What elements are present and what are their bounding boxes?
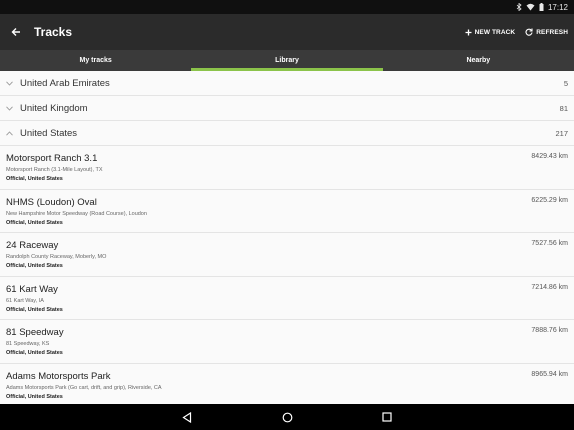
plus-icon	[465, 29, 472, 35]
track-category: Official, United States	[6, 393, 63, 400]
track-location: Motorsport Ranch (3.1-Mile Layout), TX	[6, 167, 103, 173]
wifi-icon	[526, 3, 535, 11]
track-category: Official, United States	[6, 219, 63, 226]
track-row[interactable]: 61 Kart Way 61 Kart Way, IA Official, Un…	[0, 277, 574, 321]
track-name: 61 Kart Way	[6, 283, 58, 295]
chevron-up-icon	[0, 130, 18, 136]
nav-recents-button[interactable]	[377, 407, 397, 427]
track-category: Official, United States	[6, 306, 63, 313]
track-location: New Hampshire Motor Speedway (Road Cours…	[6, 210, 147, 217]
new-track-button[interactable]: NEW TRACK	[465, 28, 516, 36]
track-distance: 7527.56 km	[531, 240, 568, 248]
country-row-united-states[interactable]: United States 217	[0, 121, 574, 146]
track-distance: 6225.29 km	[531, 196, 568, 204]
track-distance: 7214.86 km	[531, 283, 568, 291]
refresh-icon	[525, 28, 533, 36]
refresh-label: REFRESH	[536, 28, 568, 36]
country-name: United Kingdom	[20, 102, 88, 114]
track-row[interactable]: NHMS (Loudon) Oval New Hampshire Motor S…	[0, 190, 574, 234]
system-nav-bar	[0, 404, 574, 430]
nav-home-button[interactable]	[277, 407, 297, 427]
app-bar: Tracks NEW TRACK REFRESH	[0, 14, 574, 50]
track-location: 61 Kart Way, IA	[6, 297, 44, 304]
country-row-united-arab-emirates[interactable]: United Arab Emirates 5	[0, 71, 574, 96]
country-count: 81	[559, 103, 568, 113]
new-track-label: NEW TRACK	[474, 28, 516, 36]
track-category: Official, United States	[6, 176, 63, 182]
battery-icon	[539, 3, 544, 11]
chevron-down-icon	[0, 105, 18, 111]
track-row[interactable]: Motorsport Ranch 3.1 Motorsport Ranch (3…	[0, 146, 574, 190]
nav-back-button[interactable]	[177, 407, 197, 427]
page-title: Tracks	[34, 25, 73, 39]
status-bar: 17:12	[0, 0, 574, 14]
tab-bar: My tracks Library Nearby	[0, 50, 574, 71]
back-button[interactable]	[0, 14, 32, 50]
chevron-down-icon	[0, 80, 18, 86]
country-count: 217	[555, 128, 568, 138]
track-location: Adams Motorsports Park (Go cart, drift, …	[6, 384, 162, 391]
track-category: Official, United States	[6, 350, 63, 357]
track-list[interactable]: United Arab Emirates 5 United Kingdom 81…	[0, 71, 574, 404]
country-count: 5	[563, 78, 568, 88]
track-row[interactable]: Adams Motorsports Park Adams Motorsports…	[0, 364, 574, 404]
clock: 17:12	[547, 2, 568, 12]
arrow-back-icon	[11, 28, 20, 36]
track-location: 81 Speedway, KS	[6, 341, 50, 348]
circle-home-icon	[282, 412, 292, 422]
bluetooth-icon	[516, 3, 522, 11]
square-recents-icon	[382, 412, 392, 422]
country-row-united-kingdom[interactable]: United Kingdom 81	[0, 96, 574, 121]
track-name: Adams Motorsports Park	[6, 370, 111, 382]
track-name: 81 Speedway	[6, 327, 64, 339]
country-name: United States	[20, 127, 78, 139]
tab-nearby[interactable]: Nearby	[383, 50, 574, 71]
country-name: United Arab Emirates	[20, 77, 110, 89]
track-row[interactable]: 81 Speedway 81 Speedway, KS Official, Un…	[0, 320, 574, 364]
track-distance: 8965.94 km	[531, 370, 568, 378]
track-distance: 8429.43 km	[531, 153, 568, 160]
tab-library[interactable]: Library	[191, 50, 383, 71]
track-category: Official, United States	[6, 263, 63, 270]
track-name: Motorsport Ranch 3.1	[6, 153, 98, 164]
track-name: 24 Raceway	[6, 240, 59, 252]
track-location: Randolph County Raceway, Moberly, MO	[6, 254, 107, 261]
track-row[interactable]: 24 Raceway Randolph County Raceway, Mobe…	[0, 233, 574, 277]
track-name: NHMS (Loudon) Oval	[6, 196, 97, 208]
triangle-back-icon	[182, 411, 192, 423]
refresh-button[interactable]: REFRESH	[525, 28, 568, 36]
tab-my-tracks[interactable]: My tracks	[0, 50, 191, 71]
track-distance: 7888.76 km	[531, 327, 568, 335]
